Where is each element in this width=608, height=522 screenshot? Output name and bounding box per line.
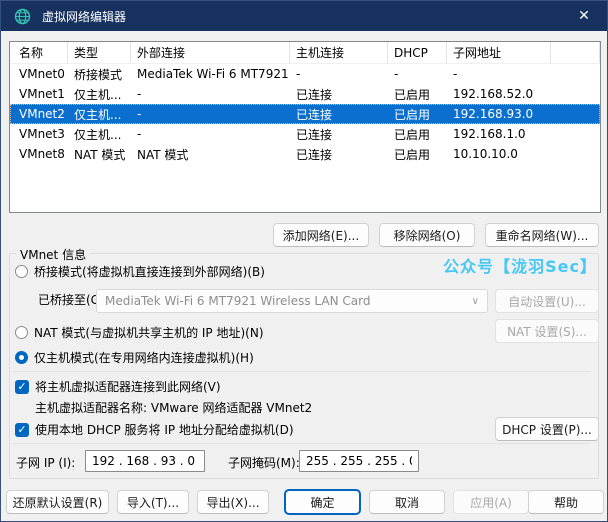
network-table[interactable]: 名称 类型 外部连接 主机连接 DHCP 子网地址 VMnet0 桥接模式 Me… (9, 41, 601, 213)
rename-network-button[interactable]: 重命名网络(W)... (485, 223, 599, 247)
cancel-button[interactable]: 取消 (369, 490, 445, 514)
column-header-subnet[interactable]: 子网地址 (447, 42, 551, 63)
title-bar: 虚拟网络编辑器 ✕ (1, 1, 607, 31)
table-header: 名称 类型 外部连接 主机连接 DHCP 子网地址 (10, 42, 600, 64)
chevron-down-icon: ∨ (472, 296, 479, 307)
nat-settings-button[interactable]: NAT 设置(S)... (495, 319, 599, 343)
nat-mode-option[interactable]: NAT 模式(与虚拟机共享主机的 IP 地址)(N) (15, 324, 264, 341)
connect-adapter-checkbox[interactable]: ✓ (15, 380, 29, 394)
remove-network-button[interactable]: 移除网络(O) (379, 223, 475, 247)
bridged-radio-button[interactable] (15, 265, 28, 278)
group-title: VMnet 信息 (16, 246, 90, 263)
network-actions: 添加网络(E)... 移除网络(O) 重命名网络(W)... (273, 223, 599, 247)
bridged-to-value: MediaTek Wi-Fi 6 MT7921 Wireless LAN Car… (105, 294, 466, 308)
table-row-vmnet3[interactable]: VMnet3 仅主机... - 已连接 已启用 192.168.1.0 (10, 124, 600, 144)
apply-button[interactable]: 应用(A) (453, 490, 529, 514)
export-button[interactable]: 导出(X)... (197, 490, 269, 514)
nat-radio-button[interactable] (15, 326, 28, 339)
table-row-vmnet0[interactable]: VMnet0 桥接模式 MediaTek Wi-Fi 6 MT7921 W...… (10, 64, 600, 84)
subnet-mask-label: 子网掩码(M): (228, 454, 300, 471)
column-header-dhcp[interactable]: DHCP (388, 42, 447, 63)
bridged-mode-option[interactable]: 桥接模式(将虚拟机直接连接到外部网络)(B) (15, 263, 265, 280)
column-header-host[interactable]: 主机连接 (290, 42, 388, 63)
dhcp-service-label: 使用本地 DHCP 服务将 IP 地址分配给虚拟机(D) (35, 421, 294, 438)
auto-settings-button[interactable]: 自动设置(U)... (495, 289, 599, 313)
host-only-radio-label: 仅主机模式(在专用网络内连接虚拟机)(H) (34, 349, 254, 366)
ok-button[interactable]: 确定 (284, 489, 361, 515)
divider (13, 443, 591, 444)
vmnet-info-group: VMnet 信息 (9, 253, 599, 479)
subnet-ip-field[interactable] (85, 450, 205, 472)
host-only-radio-button[interactable] (15, 351, 28, 364)
subnet-ip-label: 子网 IP (I): (16, 454, 75, 471)
host-only-mode-option[interactable]: 仅主机模式(在专用网络内连接虚拟机)(H) (15, 349, 254, 366)
bridged-radio-label: 桥接模式(将虚拟机直接连接到外部网络)(B) (34, 263, 265, 280)
close-button[interactable]: ✕ (561, 1, 607, 31)
connect-adapter-option[interactable]: ✓ 将主机虚拟适配器连接到此网络(V) (15, 378, 221, 395)
help-button[interactable]: 帮助 (528, 490, 604, 514)
dhcp-service-option[interactable]: ✓ 使用本地 DHCP 服务将 IP 地址分配给虚拟机(D) (15, 421, 294, 438)
adapter-name-text: 主机虚拟适配器名称: VMware 网络适配器 VMnet2 (35, 399, 312, 416)
globe-icon (14, 8, 31, 25)
column-header-name[interactable]: 名称 (10, 42, 68, 63)
nat-radio-label: NAT 模式(与虚拟机共享主机的 IP 地址)(N) (34, 324, 264, 341)
column-header-type[interactable]: 类型 (68, 42, 131, 63)
dhcp-settings-button[interactable]: DHCP 设置(P)... (495, 417, 599, 441)
table-row-vmnet1[interactable]: VMnet1 仅主机... - 已连接 已启用 192.168.52.0 (10, 84, 600, 104)
restore-defaults-button[interactable]: 还原默认设置(R) (6, 490, 109, 514)
table-row-vmnet8[interactable]: VMnet8 NAT 模式 NAT 模式 已连接 已启用 10.10.10.0 (10, 144, 600, 164)
column-header-external[interactable]: 外部连接 (131, 42, 290, 63)
divider (13, 371, 591, 372)
bridged-to-dropdown[interactable]: MediaTek Wi-Fi 6 MT7921 Wireless LAN Car… (96, 289, 488, 313)
subnet-mask-field[interactable] (299, 450, 419, 472)
dialog-buttons: 还原默认设置(R) 导入(T)... 导出(X)... 确定 取消 应用(A) … (1, 490, 608, 518)
dhcp-service-checkbox[interactable]: ✓ (15, 423, 29, 437)
table-row-vmnet2-selected[interactable]: VMnet2 仅主机... - 已连接 已启用 192.168.93.0 (10, 104, 600, 124)
window-title: 虚拟网络编辑器 (42, 8, 126, 25)
import-button[interactable]: 导入(T)... (117, 490, 189, 514)
watermark-text: 公众号【泷羽Sec】 (443, 253, 597, 277)
connect-adapter-label: 将主机虚拟适配器连接到此网络(V) (35, 378, 221, 395)
virtual-network-editor-dialog: 虚拟网络编辑器 ✕ 名称 类型 外部连接 主机连接 DHCP 子网地址 VMne… (0, 0, 608, 522)
add-network-button[interactable]: 添加网络(E)... (273, 223, 369, 247)
